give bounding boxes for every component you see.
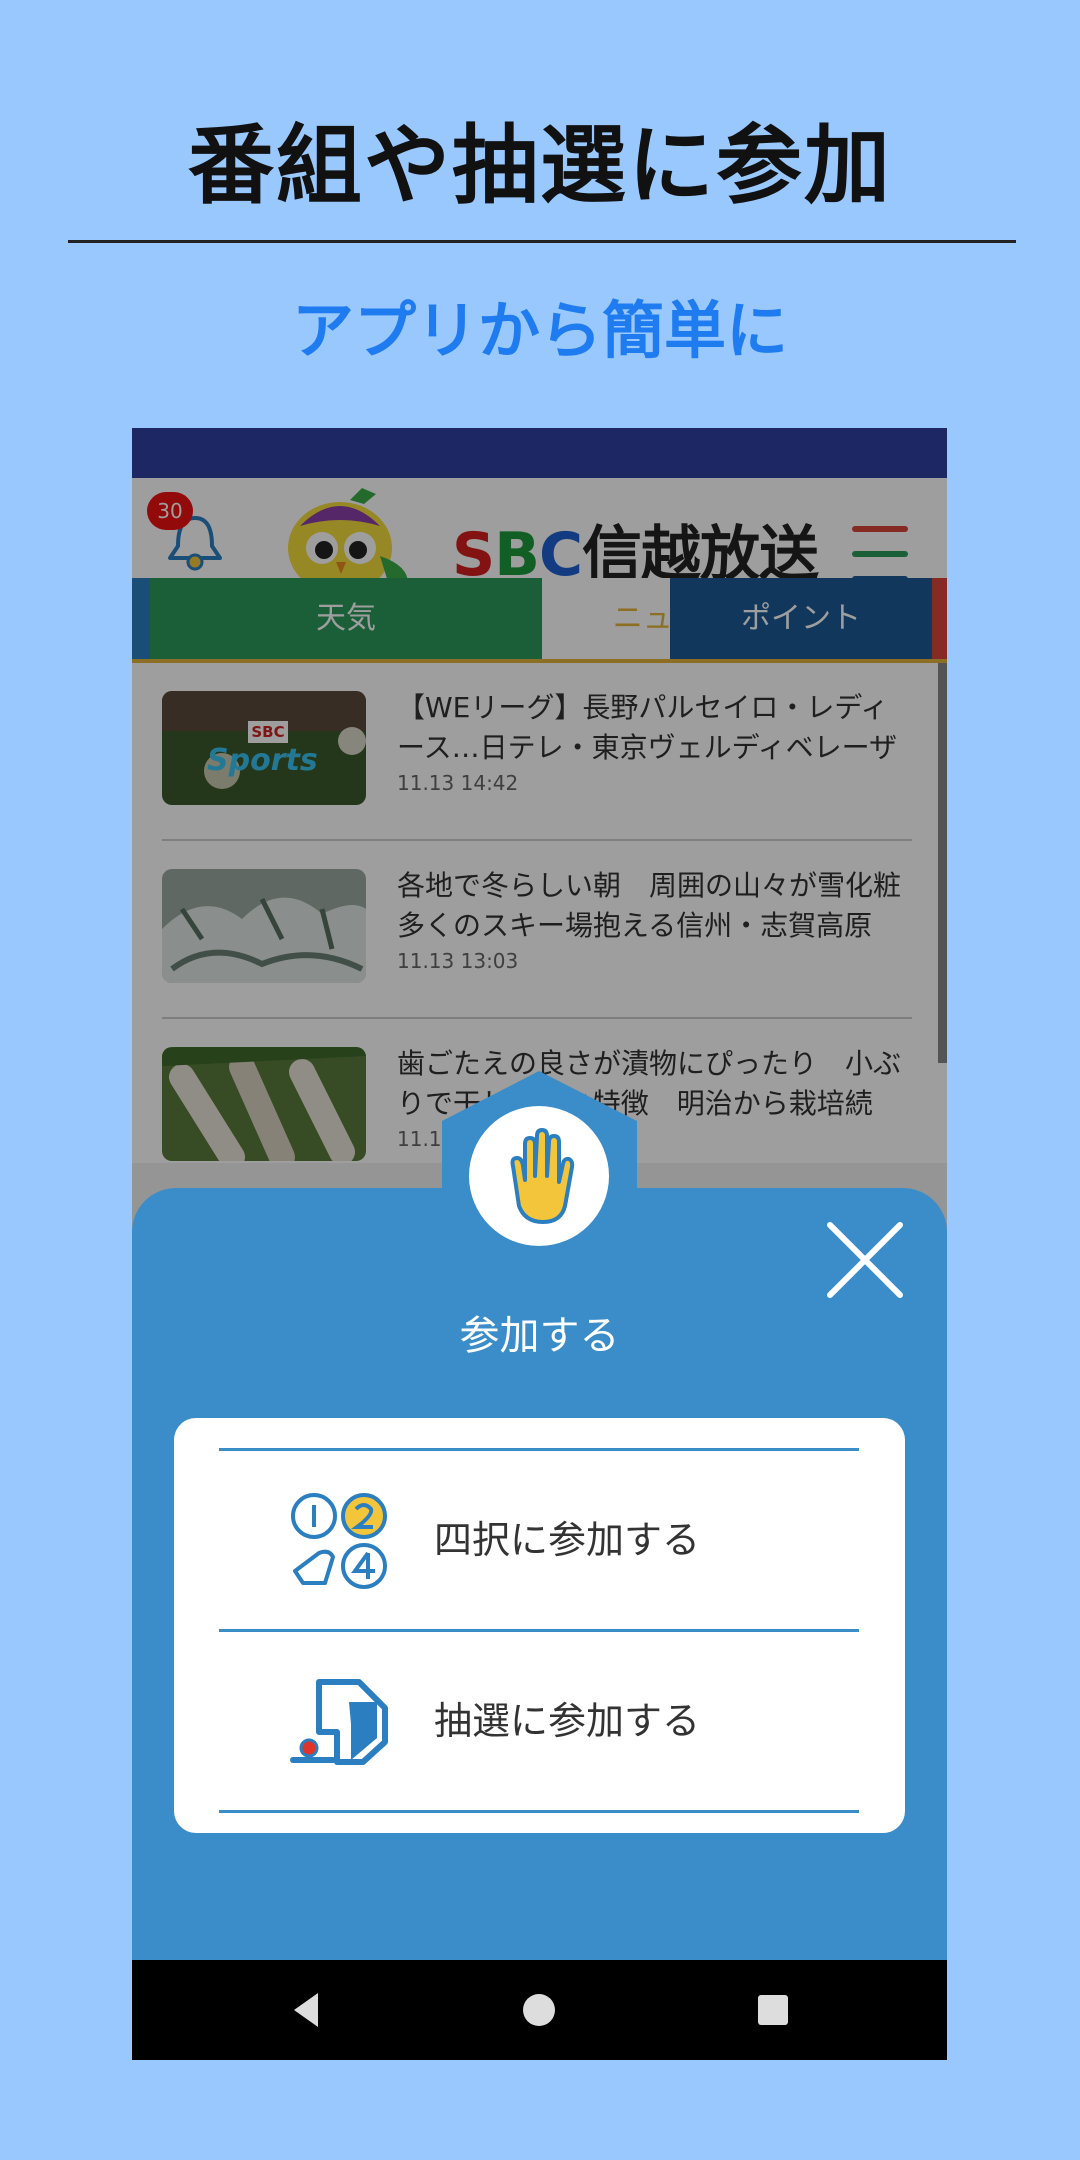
sheet-title: 参加する [459, 1313, 620, 1359]
quiz-choice-icon [289, 1491, 389, 1591]
close-icon[interactable] [824, 1219, 906, 1301]
lottery-option-label: 抽選に参加する [434, 1699, 701, 1743]
phone-screen: 30 SBC信越放送 天気 ニュース ポイント [132, 428, 947, 2060]
home-icon[interactable] [514, 1985, 564, 2035]
hand-raise-icon [469, 1106, 609, 1246]
lottery-icon [289, 1672, 389, 1772]
recents-icon[interactable] [748, 1985, 798, 2035]
android-nav-bar [132, 1960, 947, 2060]
quiz-option-button[interactable]: 四択に参加する [219, 1451, 859, 1629]
divider [219, 1810, 859, 1813]
lottery-option-button[interactable]: 抽選に参加する [219, 1632, 859, 1810]
promo-divider [68, 240, 1016, 243]
promo-subline: アプリから簡単に [291, 294, 788, 367]
promo-headline: 番組や抽選に参加 [188, 116, 892, 216]
back-icon[interactable] [282, 1985, 332, 2035]
participation-options-card: 四択に参加する 抽選に参加する [174, 1418, 905, 1833]
quiz-option-label: 四択に参加する [434, 1518, 701, 1562]
